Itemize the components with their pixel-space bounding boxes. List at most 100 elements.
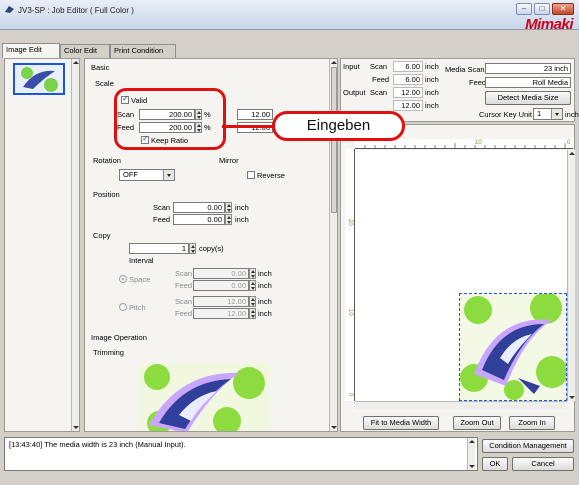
space-radio[interactable] (119, 275, 127, 283)
message-log: [13:43:40] The media width is 23 inch (M… (4, 437, 478, 471)
chevron-down-icon[interactable] (163, 170, 174, 180)
media-canvas[interactable] (355, 150, 569, 401)
position-scan-stepper[interactable] (225, 202, 232, 213)
position-scan-input[interactable]: 0.00 (173, 202, 225, 213)
media-scan-value: 23 inch (485, 63, 571, 74)
pitch-radio[interactable] (119, 303, 127, 311)
reverse-label: Reverse (257, 171, 285, 180)
interval-label: Interval (129, 256, 154, 265)
status-message: [13:43:40] The media width is 23 inch (M… (9, 440, 186, 449)
pitch-feed-unit: inch (258, 309, 272, 318)
image-selection-box[interactable] (459, 292, 568, 401)
tab-color-edit[interactable]: Color Edit (60, 44, 110, 58)
scroll-down-icon[interactable] (330, 423, 337, 431)
side-ruler-label-10: 10 (347, 309, 353, 316)
copy-heading: Copy (93, 231, 111, 240)
pitch-feed-input[interactable]: 12.00 (193, 308, 249, 319)
media-scan-label: Media Scan (445, 65, 485, 74)
space-scan-label: Scan (175, 269, 193, 278)
pitch-feed-label: Feed (175, 309, 193, 318)
scroll-up-icon[interactable] (72, 59, 79, 67)
scroll-down-icon[interactable] (72, 423, 79, 431)
scroll-down-icon[interactable] (568, 393, 575, 401)
cursor-key-unit-select[interactable]: 1 (533, 108, 563, 120)
preview-image (460, 292, 568, 400)
ok-button[interactable]: OK (482, 457, 508, 471)
input-scan-label: Scan (370, 62, 388, 71)
fit-to-media-width-button[interactable]: Fit to Media Width (363, 416, 439, 430)
window-title: JV3-SP : Job Editor ( Full Color ) (18, 6, 134, 15)
zoom-in-button[interactable]: Zoom In (509, 416, 555, 430)
pitch-scan-input[interactable]: 12.00 (193, 296, 249, 307)
preview-vscroll[interactable] (567, 150, 575, 401)
side-ruler-label-20: 20 (347, 219, 353, 226)
cursor-key-unit-label: Cursor Key Unit (479, 110, 532, 119)
reverse-checkbox[interactable] (247, 171, 255, 179)
space-feed-unit: inch (258, 281, 272, 290)
space-scan-stepper[interactable] (249, 268, 256, 279)
zoom-out-button[interactable]: Zoom Out (453, 416, 501, 430)
space-scan-input[interactable]: 0.00 (193, 268, 249, 279)
chevron-down-icon[interactable] (551, 109, 562, 119)
image-operation-heading: Image Operation (91, 333, 147, 342)
scroll-up-icon[interactable] (568, 150, 575, 158)
scale-scan-abs[interactable]: 12.00 (237, 109, 273, 120)
rotation-value: OFF (123, 170, 138, 179)
preview-hscroll[interactable] (355, 401, 567, 409)
basic-heading: Basic (91, 63, 110, 72)
tab-image-edit[interactable]: Image Edit (2, 43, 60, 58)
space-scan-unit: inch (258, 269, 272, 278)
output-scan-label: Scan (370, 88, 388, 97)
output-feed-value: 12.00 (393, 100, 423, 111)
brand-logo: Mimaki (525, 16, 573, 33)
maximize-button[interactable]: □ (534, 3, 550, 15)
pitch-label: Pitch (129, 303, 146, 312)
highlight-frame (114, 88, 226, 150)
position-scan-label: Scan (153, 203, 171, 212)
condition-management-button[interactable]: Condition Management (482, 439, 574, 453)
position-feed-stepper[interactable] (225, 214, 232, 225)
input-feed-value: 6.00 (393, 74, 423, 85)
space-feed-stepper[interactable] (249, 280, 256, 291)
output-scan-unit: inch (425, 88, 439, 97)
app-icon (5, 6, 14, 13)
preview-panel: 10 0 20 10 0 Fit to Media Width Zoom Out… (340, 124, 575, 432)
thumbnail-item[interactable] (13, 63, 65, 95)
side-ruler: 20 10 0 (345, 149, 355, 401)
tab-print-condition[interactable]: Print Condition (110, 44, 176, 58)
thumbnail-image (21, 67, 58, 92)
copy-count-input[interactable]: 1 (129, 243, 189, 254)
space-feed-input[interactable]: 0.00 (193, 280, 249, 291)
thumbnail-scrollbar[interactable] (71, 59, 79, 431)
scale-heading: Scale (95, 79, 114, 88)
position-heading: Position (93, 190, 120, 199)
input-scan-unit: inch (425, 62, 439, 71)
minimize-button[interactable]: – (516, 3, 532, 15)
title-bar: JV3-SP : Job Editor ( Full Color ) – □ ✕… (0, 0, 579, 33)
output-feed-unit: inch (425, 101, 439, 110)
pitch-scan-stepper[interactable] (249, 296, 256, 307)
space-label: Space (129, 275, 151, 284)
scroll-up-icon[interactable] (468, 438, 475, 446)
pitch-feed-stepper[interactable] (249, 308, 256, 319)
copy-count-unit: copy(s) (199, 244, 224, 253)
top-ruler-label-10: 10 (475, 140, 482, 146)
trimming-preview-image (139, 363, 269, 431)
scroll-down-icon[interactable] (468, 462, 475, 470)
rotation-heading: Rotation (93, 156, 121, 165)
scroll-up-icon[interactable] (330, 59, 337, 67)
position-feed-input[interactable]: 0.00 (173, 214, 225, 225)
side-ruler-label-0: 0 (347, 393, 353, 397)
message-log-scrollbar[interactable] (467, 438, 475, 470)
detect-media-size-button[interactable]: Detect Media Size (485, 91, 571, 105)
close-button[interactable]: ✕ (552, 3, 574, 15)
position-feed-unit: inch (235, 215, 249, 224)
cancel-button[interactable]: Cancel (512, 457, 574, 471)
cursor-key-unit-unit: inch (565, 110, 579, 119)
output-scan-value: 12.00 (393, 87, 423, 98)
media-feed-value: Roll Media (485, 77, 571, 88)
space-feed-label: Feed (175, 281, 193, 290)
cursor-key-unit-value: 1 (537, 109, 542, 118)
copy-count-stepper[interactable] (189, 243, 196, 254)
rotation-select[interactable]: OFF (119, 169, 175, 181)
